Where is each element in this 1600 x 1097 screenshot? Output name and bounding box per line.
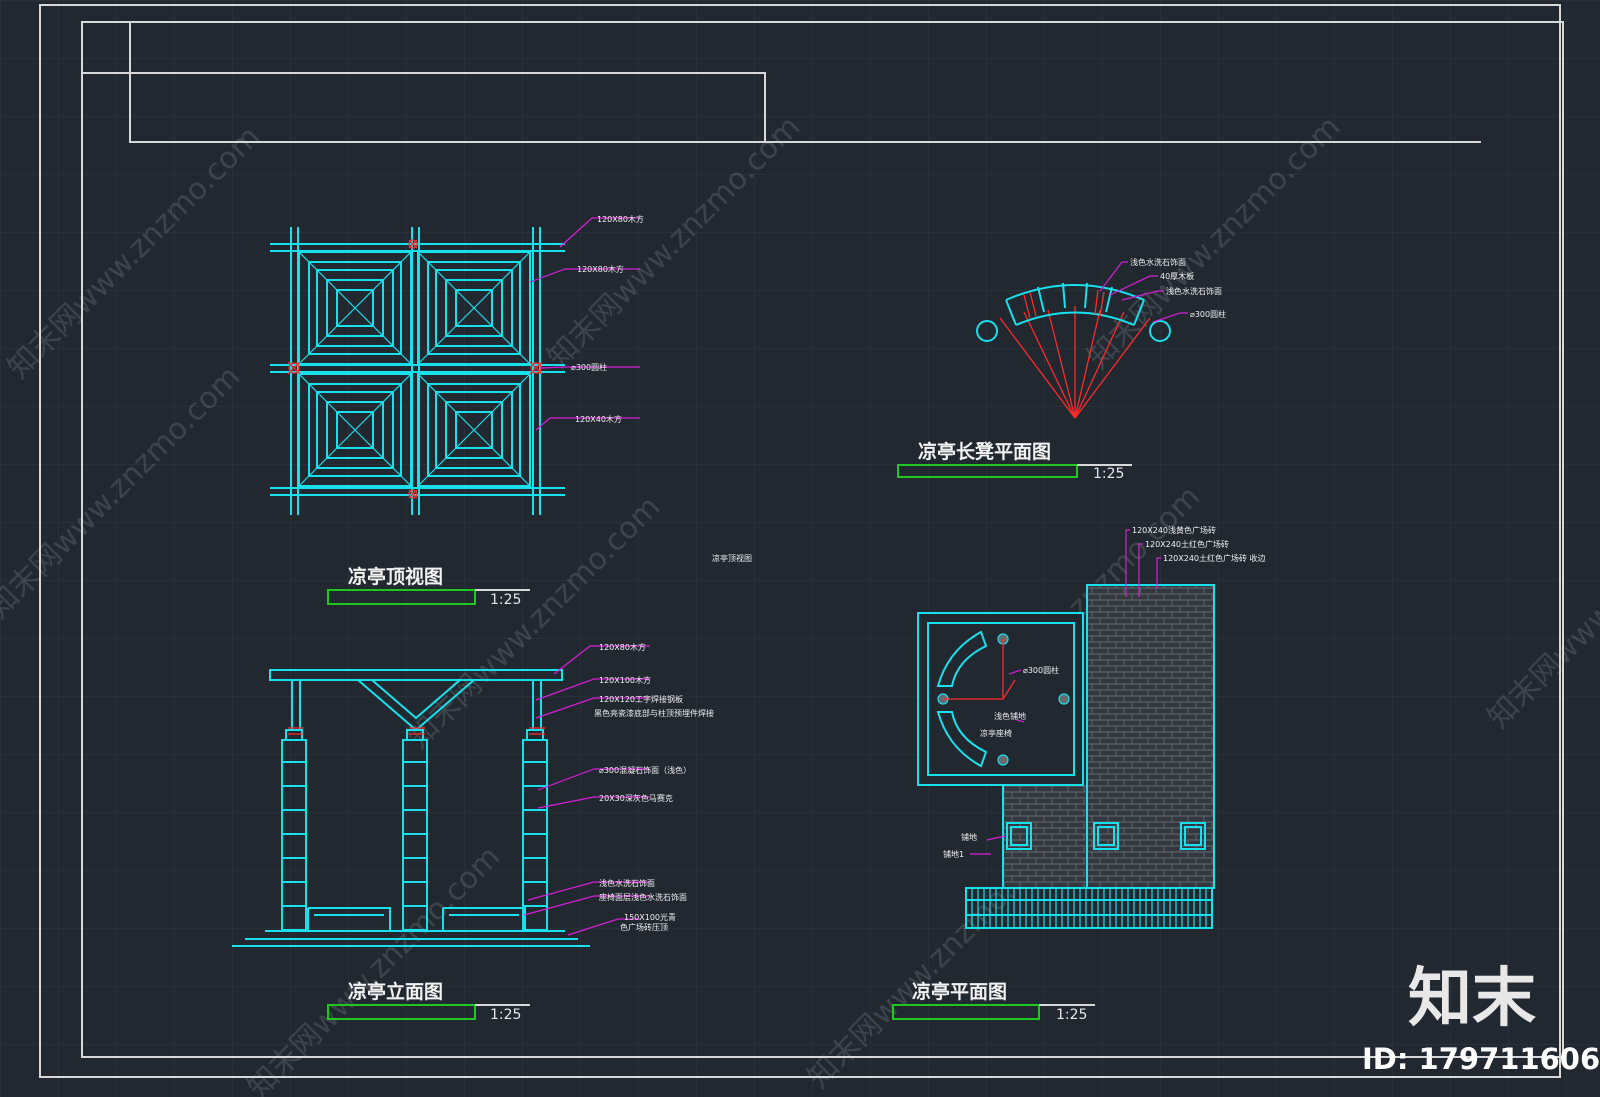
annotation-label: 铺地 xyxy=(961,832,977,842)
annotation-label: ⌀300圆柱 xyxy=(1190,309,1226,319)
annotation-label: 120X240浅黄色广场砖 xyxy=(1132,525,1216,535)
annotation-label: 120X80木方 xyxy=(599,642,646,652)
annotation-label: 黑色亮瓷漆底部与柱顶预埋件焊接 xyxy=(594,708,714,718)
annotation-label: 40厚木板 xyxy=(1160,271,1194,281)
annotation-label: 150X100光青 xyxy=(624,912,676,922)
annotation-label: 浅色水洗石饰面 xyxy=(599,878,655,888)
annotation-label: 120X80木方 xyxy=(577,264,624,274)
image-id-label: ID: 179711606 xyxy=(1362,1042,1600,1076)
top-view-title: 凉亭顶视图 xyxy=(348,565,443,588)
annotation-label: 120X120工字焊接钢板 xyxy=(599,694,683,704)
annotation-label: 120X240土红色广场砖 xyxy=(1145,539,1229,549)
top-view-scale: 1:25 xyxy=(490,592,521,608)
annotation-label: ⌀300圆柱 xyxy=(571,362,607,372)
annotation-label: ⌀300圆柱 xyxy=(1023,665,1059,675)
brand-logo: 知末 xyxy=(1408,962,1536,1036)
annotation-label: 20X30深灰色马赛克 xyxy=(599,793,673,803)
bench-plan-scale: 1:25 xyxy=(1093,466,1124,482)
annotation-label: 120X80木方 xyxy=(597,214,644,224)
elevation-title: 凉亭立面图 xyxy=(348,980,443,1003)
annotation-label: 铺地1 xyxy=(943,849,964,859)
annotation-label: ⌀300混凝石饰面（浅色） xyxy=(599,765,691,775)
annotation-label: 浅色铺地 xyxy=(994,711,1026,721)
bench-plan-title: 凉亭长凳平面图 xyxy=(918,440,1051,463)
annotation-label: 凉亭座椅 xyxy=(980,728,1012,738)
annotation-label: 浅色水洗石饰面 xyxy=(1130,257,1186,267)
annotation-label: 120X100木方 xyxy=(599,675,651,685)
annotation-label: 浅色水洗石饰面 xyxy=(1166,286,1222,296)
annotation-label: 120X40木方 xyxy=(575,414,622,424)
stray-label: 凉亭顶视图 xyxy=(712,553,752,563)
floor-plan-title: 凉亭平面图 xyxy=(912,980,1007,1003)
annotation-label: 座椅面层浅色水洗石饰面 xyxy=(599,892,687,902)
floor-plan-scale: 1:25 xyxy=(1056,1007,1087,1023)
cad-drawing-canvas: 知末网www.znzmo.com 知末网www.znzmo.com 知末网www… xyxy=(0,0,1600,1097)
annotation-label: 120X240土红色广场砖 收边 xyxy=(1163,553,1266,563)
annotation-label: 色广场砖压顶 xyxy=(620,922,668,932)
elevation-scale: 1:25 xyxy=(490,1007,521,1023)
